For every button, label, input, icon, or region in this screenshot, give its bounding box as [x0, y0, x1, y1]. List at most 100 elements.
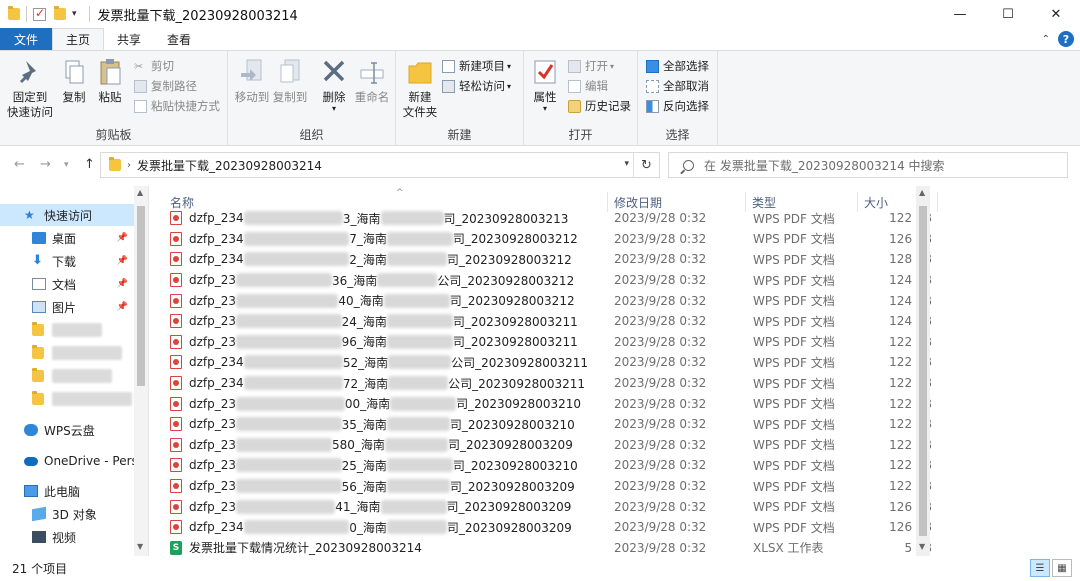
properties-button[interactable]: 属性 ▾	[530, 57, 560, 113]
scroll-down-icon[interactable]: ▼	[137, 542, 143, 551]
help-icon[interactable]: ?	[1058, 31, 1074, 47]
file-name[interactable]: dzfp_23 40_海南 司_20230928003212	[170, 292, 575, 309]
easy-access-dropdown-icon[interactable]: ▾	[507, 82, 511, 91]
invert-selection-button[interactable]: 反向选择	[646, 97, 709, 115]
scroll-down-icon[interactable]: ▼	[919, 542, 925, 551]
large-icons-view-icon[interactable]: ▦	[1052, 559, 1072, 577]
tab-file[interactable]: 文件	[0, 28, 53, 50]
recent-locations-chevron-icon[interactable]: ▾	[64, 160, 69, 170]
open-dropdown-icon[interactable]: ▾	[610, 62, 614, 71]
file-name[interactable]: dzfp_234 52_海南 公司_20230928003211	[170, 354, 588, 371]
file-row[interactable]: dzfp_234 72_海南 公司_20230928003211 2023/9/28 …	[164, 373, 936, 394]
file-name[interactable]: S 发票批量下载情况统计_20230928003214	[170, 539, 422, 556]
file-name[interactable]: dzfp_23 580_海南 司_20230928003209	[170, 436, 573, 453]
file-name[interactable]: dzfp_234 7_海南 司_20230928003212	[170, 230, 578, 247]
select-none-button[interactable]: 全部取消	[646, 77, 709, 95]
address-path[interactable]: 发票批量下载_20230928003214	[137, 157, 322, 174]
nav-this-pc[interactable]: 此电脑	[0, 480, 134, 502]
new-folder-button[interactable]: 新建 文件夹	[400, 57, 440, 120]
nav-downloads[interactable]: ⬇ 下载 📌	[0, 250, 134, 272]
file-row[interactable]: dzfp_23 36_海南 公司_20230928003212 2023/9/28 0…	[164, 270, 936, 291]
up-arrow-icon[interactable]: ↑	[84, 157, 95, 172]
file-row[interactable]: dzfp_234 52_海南 公司_20230928003211 2023/9/28 …	[164, 352, 936, 373]
breadcrumb-chevron-icon[interactable]: ›	[127, 160, 131, 171]
close-button[interactable]: ✕	[1032, 0, 1080, 28]
file-name[interactable]: dzfp_23 36_海南 公司_20230928003212	[170, 272, 574, 289]
copy-to-button[interactable]: 复制到	[272, 57, 308, 105]
rename-button[interactable]: 重命名	[352, 57, 392, 105]
nav-documents[interactable]: 文档 📌	[0, 273, 134, 295]
cut-button[interactable]: ✂ 剪切	[134, 57, 174, 75]
new-item-button[interactable]: 新建项目 ▾	[442, 57, 511, 75]
file-row[interactable]: dzfp_23 24_海南 司_20230928003211 2023/9/28 0:…	[164, 311, 936, 332]
details-view-icon[interactable]: ☰	[1030, 559, 1050, 577]
tab-share[interactable]: 共享	[104, 28, 154, 50]
file-name[interactable]: dzfp_23 25_海南 司_20230928003210	[170, 457, 578, 474]
easy-access-button[interactable]: 轻松访问 ▾	[442, 77, 511, 95]
delete-button[interactable]: 删除 ▾	[318, 57, 350, 113]
file-row[interactable]: dzfp_23 35_海南 司_20230928003210 2023/9/28 0:…	[164, 414, 936, 435]
file-name[interactable]: dzfp_23 00_海南 司_20230928003210	[170, 395, 581, 412]
maximize-button[interactable]: ☐	[984, 0, 1032, 28]
file-row[interactable]: dzfp_23 580_海南 司_20230928003209 2023/9/28 0…	[164, 435, 936, 456]
file-name[interactable]: dzfp_234 2_海南 司_20230928003212	[170, 251, 572, 268]
nav-desktop[interactable]: 桌面 📌	[0, 227, 134, 249]
pin-quick-access-button[interactable]: 固定到 快速访问	[6, 57, 54, 120]
search-input[interactable]: 在 发票批量下载_20230928003214 中搜索	[704, 157, 945, 174]
file-name[interactable]: dzfp_234 72_海南 公司_20230928003211	[170, 375, 585, 392]
address-dropdown-icon[interactable]: ▾	[624, 159, 629, 169]
select-all-button[interactable]: 全部选择	[646, 57, 709, 75]
file-name[interactable]: dzfp_23 41_海南 司_20230928003209	[170, 498, 571, 515]
nav-folder-redacted[interactable]	[0, 319, 134, 341]
forward-arrow-icon[interactable]: →	[40, 157, 51, 172]
file-row[interactable]: dzfp_23 00_海南 司_20230928003210 2023/9/28 0:…	[164, 393, 936, 414]
nav-scrollbar-thumb[interactable]	[137, 206, 145, 386]
address-bar[interactable]: › 发票批量下载_20230928003214 ▾ ↻	[100, 152, 660, 178]
file-row[interactable]: dzfp_234 2_海南 司_20230928003212 2023/9/28 0:…	[164, 249, 936, 270]
move-to-button[interactable]: 移动到	[234, 57, 270, 105]
properties-dropdown-icon[interactable]: ▾	[543, 105, 547, 113]
file-name[interactable]: dzfp_234 3_海南 司_20230928003213	[170, 210, 568, 227]
search-box[interactable]: 在 发票批量下载_20230928003214 中搜索	[668, 152, 1068, 178]
edit-button[interactable]: 编辑	[568, 77, 608, 95]
file-row[interactable]: dzfp_23 41_海南 司_20230928003209 2023/9/28 0:…	[164, 496, 936, 517]
file-name[interactable]: dzfp_234 0_海南 司_20230928003209	[170, 519, 572, 536]
nav-wps-cloud[interactable]: WPS云盘	[0, 419, 134, 441]
delete-dropdown-icon[interactable]: ▾	[332, 105, 336, 113]
properties-qat-icon[interactable]	[33, 6, 46, 21]
nav-folder-redacted[interactable]	[0, 388, 134, 410]
nav-3d-objects[interactable]: 3D 对象	[0, 503, 134, 525]
file-name[interactable]: dzfp_23 24_海南 司_20230928003211	[170, 313, 578, 330]
file-row[interactable]: dzfp_234 0_海南 司_20230928003209 2023/9/28 0:…	[164, 517, 936, 538]
back-arrow-icon[interactable]: ←	[14, 157, 25, 172]
nav-scrollbar[interactable]: ▲ ▼	[134, 186, 148, 556]
copy-button[interactable]: 复制	[58, 57, 90, 105]
file-name[interactable]: dzfp_23 35_海南 司_20230928003210	[170, 416, 575, 433]
copy-path-button[interactable]: 复制路径	[134, 77, 197, 95]
scroll-up-icon[interactable]: ▲	[137, 188, 143, 197]
file-row[interactable]: dzfp_234 3_海南 司_20230928003213 2023/9/28 0:…	[164, 208, 936, 229]
tab-view[interactable]: 查看	[154, 28, 204, 50]
chevron-up-icon[interactable]: ⌃	[1042, 34, 1050, 45]
scroll-up-icon[interactable]: ▲	[919, 188, 925, 197]
file-row[interactable]: dzfp_23 40_海南 司_20230928003212 2023/9/28 0:…	[164, 290, 936, 311]
open-button[interactable]: 打开 ▾	[568, 57, 614, 75]
nav-onedrive[interactable]: OneDrive - Perso	[0, 450, 134, 472]
file-row[interactable]: dzfp_234 7_海南 司_20230928003212 2023/9/28 0:…	[164, 229, 936, 250]
minimize-button[interactable]: —	[936, 0, 984, 28]
paste-shortcut-button[interactable]: 粘贴快捷方式	[134, 97, 220, 115]
paste-button[interactable]: 粘贴	[94, 57, 126, 105]
file-row[interactable]: dzfp_23 96_海南 司_20230928003211 2023/9/28 0:…	[164, 332, 936, 353]
file-row[interactable]: dzfp_23 56_海南 司_20230928003209 2023/9/28 0:…	[164, 476, 936, 497]
tab-home[interactable]: 主页	[52, 28, 105, 50]
refresh-icon[interactable]: ↻	[633, 153, 659, 177]
nav-quick-access[interactable]: ★ 快速访问	[0, 204, 134, 226]
history-button[interactable]: 历史记录	[568, 97, 631, 115]
file-row[interactable]: dzfp_23 25_海南 司_20230928003210 2023/9/28 0:…	[164, 455, 936, 476]
nav-folder-redacted[interactable]	[0, 365, 134, 387]
nav-folder-redacted[interactable]	[0, 342, 134, 364]
file-list-scrollbar-thumb[interactable]	[919, 206, 927, 536]
file-list-scrollbar[interactable]: ▲ ▼	[916, 186, 930, 556]
nav-pictures[interactable]: 图片 📌	[0, 296, 134, 318]
qat-dropdown-icon[interactable]: ▾	[72, 9, 77, 19]
